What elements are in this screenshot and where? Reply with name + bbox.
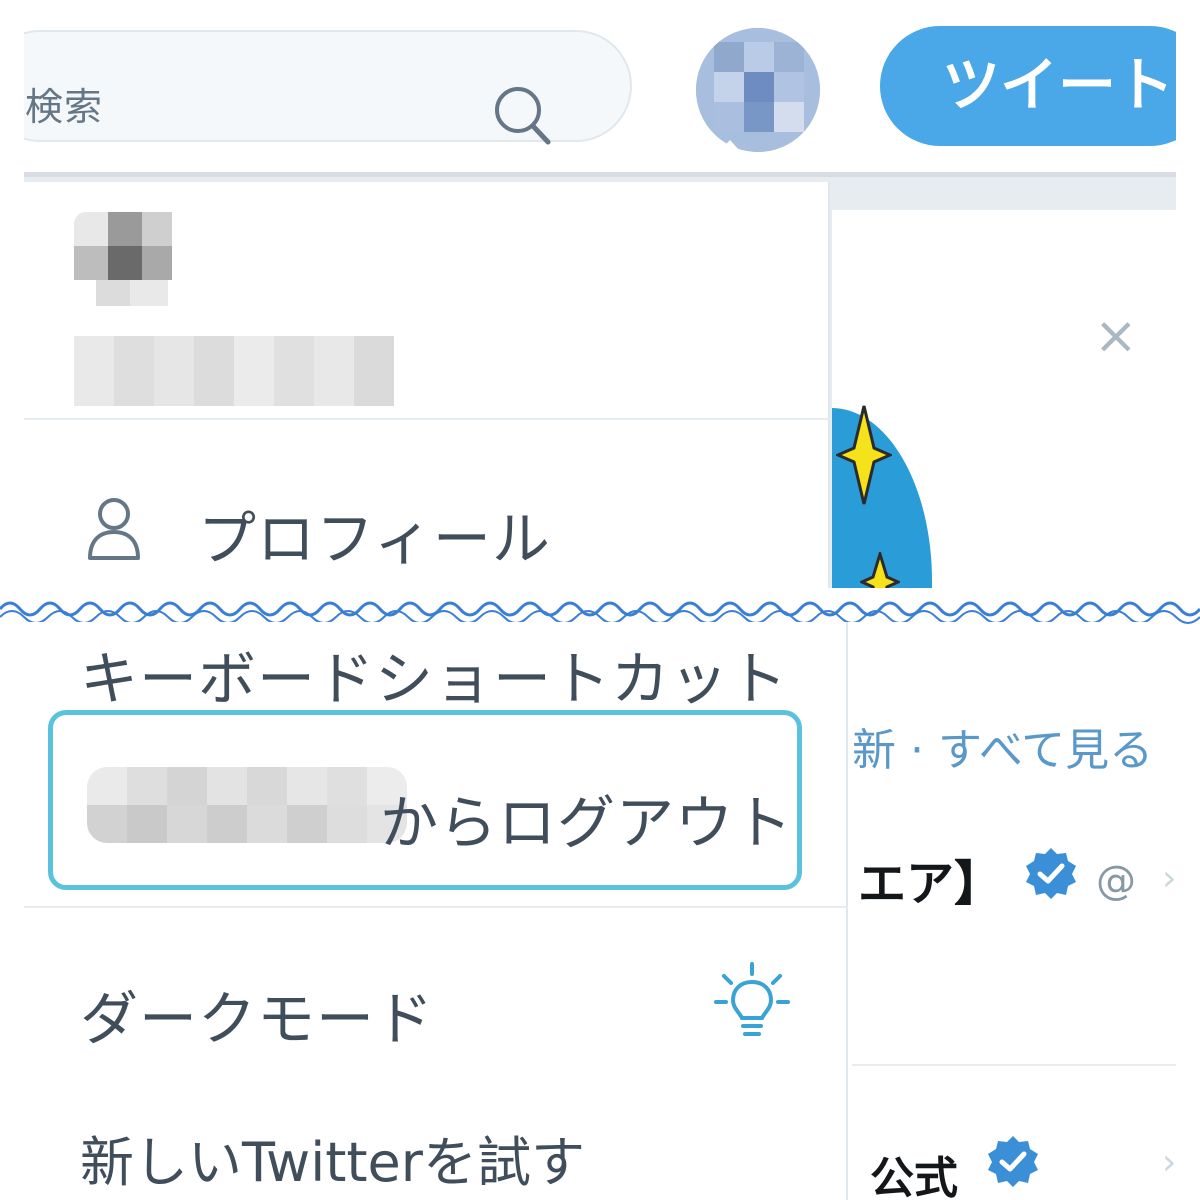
menu-divider	[24, 906, 848, 908]
avatar[interactable]	[696, 28, 820, 152]
menu-item-try-new-twitter[interactable]: 新しいTwitterを試す	[24, 1072, 848, 1200]
header-divider	[24, 172, 1176, 177]
search-placeholder: ド検索	[24, 85, 104, 129]
close-icon[interactable]: ×	[1094, 310, 1138, 362]
sparkle-icon	[836, 405, 892, 505]
bottom-screenshot-panel: 新 · すべて見る エア】 @ › 公式 › キーボードショートカット からログ…	[24, 622, 1176, 1200]
account-dropdown-menu: キーボードショートカット からログアウト ダークモード 新しいTwitterを試…	[24, 622, 848, 1200]
chevron-right-icon[interactable]: ›	[1162, 858, 1176, 899]
side-divider	[852, 1064, 1176, 1066]
menu-item-keyboard-shortcuts[interactable]: キーボードショートカット	[24, 622, 848, 713]
verified-badge-icon	[988, 1136, 1038, 1187]
tweet-button[interactable]: ツイート	[880, 26, 1176, 146]
menu-item-profile-label: プロフィール	[198, 505, 551, 573]
redacted-display-name	[74, 212, 174, 312]
dropdown-caret	[710, 140, 750, 162]
wavy-separator	[0, 601, 1200, 624]
menu-item-keyboard-shortcuts-label: キーボードショートカット	[80, 645, 789, 713]
sparkle-icon-small	[860, 552, 900, 588]
menu-divider	[24, 418, 830, 420]
top-header-bar: ド検索 ツイート	[24, 20, 1176, 172]
verified-badge-icon	[1026, 848, 1076, 899]
top-screenshot-panel: ド検索 ツイート ×	[24, 20, 1176, 588]
suggested-account-name[interactable]: エア】	[858, 844, 1002, 914]
search-icon[interactable]	[490, 82, 556, 148]
redacted-username	[74, 336, 394, 406]
menu-item-profile[interactable]: プロフィール	[24, 440, 830, 588]
lightbulb-icon[interactable]	[714, 962, 790, 1044]
see-all-link[interactable]: 新 · すべて見る	[852, 714, 1153, 778]
redacted-username	[87, 767, 407, 843]
menu-item-dark-mode-label: ダークモード	[80, 985, 435, 1053]
suggested-account-name[interactable]: 公式	[870, 1142, 958, 1200]
suggested-account-handle: @	[1096, 858, 1136, 904]
menu-item-try-new-twitter-label: 新しいTwitterを試す	[80, 1131, 585, 1194]
chevron-right-icon[interactable]: ›	[1162, 1142, 1176, 1183]
menu-item-dark-mode[interactable]: ダークモード	[24, 922, 848, 1062]
search-input[interactable]: ド検索	[24, 30, 632, 145]
menu-item-logout-label: からログアウト	[380, 789, 794, 857]
person-icon	[88, 498, 140, 560]
